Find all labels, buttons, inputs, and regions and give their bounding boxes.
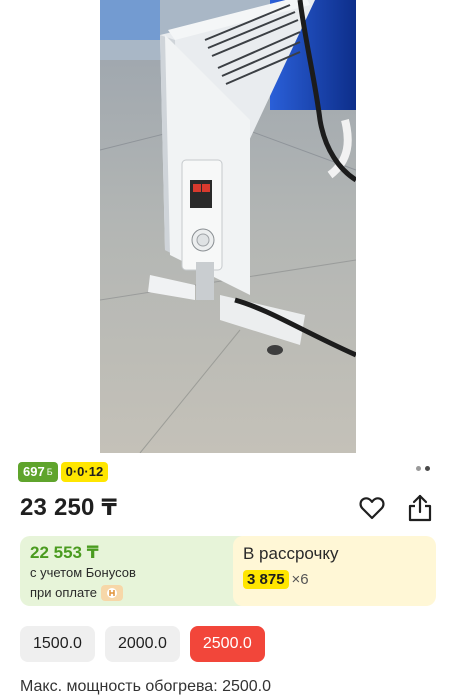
- bonus-price: 22 553 ₸: [30, 543, 99, 562]
- heart-icon: [359, 497, 385, 520]
- bonus-badge: 697 Б: [18, 462, 58, 482]
- price-currency: ₸: [101, 495, 117, 520]
- power-options: 1500.0 2000.0 2500.0: [20, 626, 265, 662]
- installment-title: В рассрочку: [243, 544, 339, 563]
- payment-method-icon: [100, 585, 123, 601]
- promo-badges: 697 Б 0·0·12: [18, 462, 109, 482]
- bonus-caption: с учетом Бонусов: [30, 565, 136, 580]
- option-2500[interactable]: 2500.0: [189, 626, 265, 662]
- bonus-payment-line: при оплате: [30, 585, 240, 601]
- product-gallery[interactable]: [0, 0, 455, 455]
- bonus-suffix: Б: [46, 467, 53, 477]
- share-icon: [408, 494, 432, 522]
- product-image[interactable]: [100, 0, 356, 453]
- gallery-dots[interactable]: [416, 466, 430, 471]
- favorite-button[interactable]: [357, 493, 387, 523]
- gallery-dot[interactable]: [416, 466, 421, 471]
- product-price: 23 250 ₸: [20, 494, 117, 522]
- bonus-price-card[interactable]: 22 553 ₸ с учетом Бонусов при оплате: [20, 536, 250, 606]
- bonus-payment-label: при оплате: [30, 585, 97, 600]
- installment-amount: 3 875: [243, 570, 289, 589]
- spec-max-power: Макс. мощность обогрева: 2500.0: [20, 678, 272, 695]
- price-amount: 23 250: [20, 494, 95, 521]
- gallery-dot-active[interactable]: [425, 466, 430, 471]
- installment-multiplier: ×6: [291, 571, 309, 588]
- installment-badge: 0·0·12: [60, 462, 109, 482]
- option-2000[interactable]: 2000.0: [104, 626, 180, 662]
- bonus-value: 697: [23, 464, 45, 479]
- installment-row: 3 875 ×6: [243, 570, 426, 589]
- option-1500[interactable]: 1500.0: [20, 626, 95, 662]
- installment-card[interactable]: В рассрочку 3 875 ×6: [233, 536, 436, 606]
- share-button[interactable]: [405, 493, 435, 523]
